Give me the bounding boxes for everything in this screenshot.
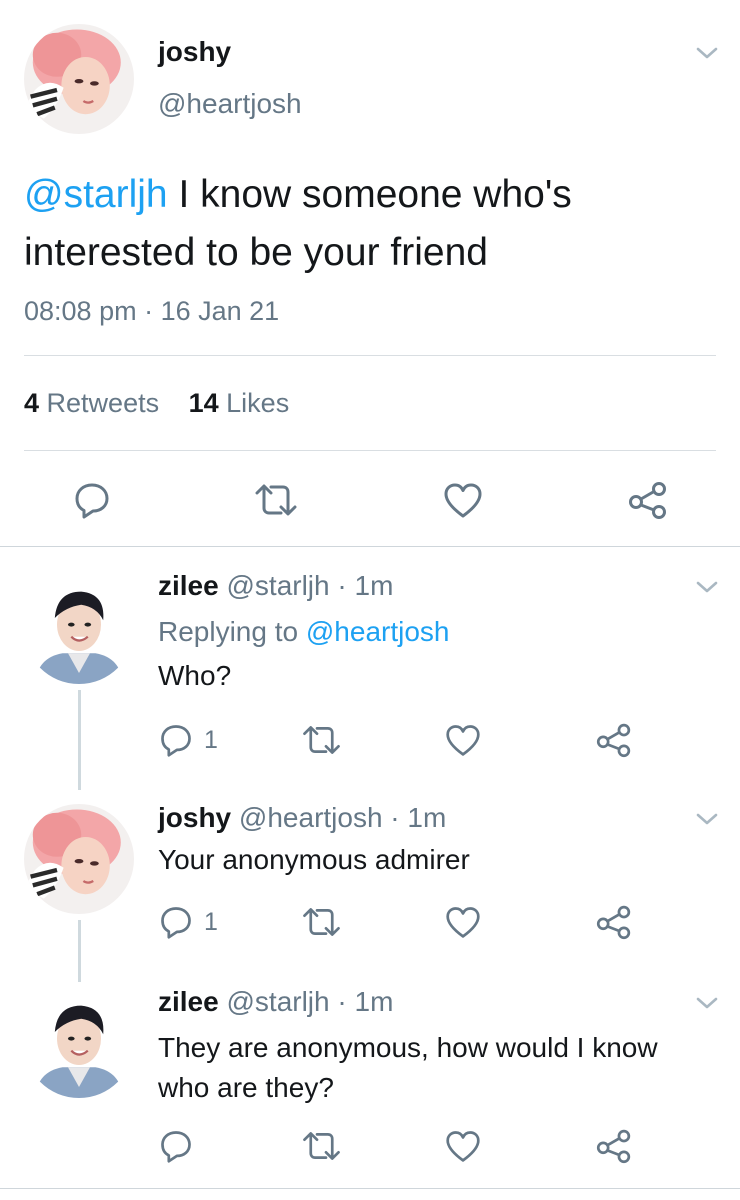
like-button[interactable] — [444, 904, 482, 940]
reply-time[interactable]: 1m — [407, 802, 446, 833]
reply-sep: · — [329, 570, 355, 601]
retweet-button[interactable] — [300, 904, 343, 940]
heart-icon — [444, 904, 482, 940]
reply-display-name[interactable]: zilee — [158, 986, 219, 1017]
tweet-text-line2: interested to be your friend — [24, 231, 488, 274]
reply-avatar[interactable] — [24, 574, 134, 684]
replying-to: Replying to @heartjosh — [158, 616, 449, 648]
thread-line — [78, 690, 81, 790]
share-icon — [594, 1128, 634, 1164]
author-display-name[interactable]: joshy — [158, 36, 231, 68]
reply-count: 1 — [204, 908, 218, 936]
chevron-down-icon[interactable] — [696, 812, 718, 826]
reply-button[interactable] — [158, 1128, 194, 1164]
retweet-icon — [300, 722, 343, 758]
reply-handle[interactable]: @heartjosh — [239, 802, 383, 833]
chevron-down-icon[interactable] — [696, 580, 718, 594]
reply-text: Who? — [158, 660, 232, 691]
divider — [24, 450, 716, 451]
reply-text-line1: They are anonymous, how would I know — [158, 1032, 658, 1063]
reply-time[interactable]: 1m — [355, 570, 394, 601]
reply-text: They are anonymous, how would I know who… — [158, 1028, 728, 1108]
likes-count: 14 — [188, 388, 219, 418]
reply-header: zilee @starljh · 1m — [158, 570, 393, 602]
divider — [0, 546, 740, 547]
share-icon — [626, 480, 670, 520]
retweet-icon — [300, 904, 343, 940]
tweet-timestamp[interactable]: 08:08 pm · 16 Jan 21 — [24, 296, 279, 327]
reply-handle[interactable]: @starljh — [226, 986, 329, 1017]
replying-prefix: Replying to — [158, 616, 306, 647]
likes-stat[interactable]: 14 Likes — [189, 388, 290, 418]
reply-text-line2: who are they? — [158, 1072, 334, 1103]
author-handle[interactable]: @heartjosh — [158, 88, 302, 120]
reply-display-name[interactable]: zilee — [158, 570, 219, 601]
share-button[interactable] — [626, 480, 670, 520]
reply-text: Your anonymous admirer — [158, 844, 470, 875]
retweets-count: 4 — [24, 388, 40, 418]
heart-icon — [442, 480, 484, 520]
tweet-text: @starljh I know someone who's interested… — [24, 166, 724, 282]
retweets-label: Retweets — [39, 388, 160, 418]
reply-button[interactable] — [158, 722, 194, 758]
retweet-button[interactable] — [300, 722, 343, 758]
reply-avatar[interactable] — [24, 988, 134, 1098]
retweet-icon — [252, 480, 300, 520]
share-button[interactable] — [594, 904, 634, 940]
share-button[interactable] — [594, 722, 634, 758]
like-button[interactable] — [444, 1128, 482, 1164]
author-avatar[interactable] — [24, 24, 134, 134]
retweet-icon — [300, 1128, 343, 1164]
reply-header: joshy @heartjosh · 1m — [158, 802, 446, 834]
share-icon — [594, 904, 634, 940]
reply-button[interactable] — [72, 480, 112, 520]
reply-button[interactable] — [158, 904, 194, 940]
heart-icon — [444, 1128, 482, 1164]
heart-icon — [444, 722, 482, 758]
retweet-button[interactable] — [252, 480, 300, 520]
share-button[interactable] — [594, 1128, 634, 1164]
divider — [24, 355, 716, 356]
reply-display-name[interactable]: joshy — [158, 802, 231, 833]
replying-handle-link[interactable]: @heartjosh — [306, 616, 450, 647]
like-button[interactable] — [444, 722, 482, 758]
chevron-down-icon[interactable] — [696, 996, 718, 1010]
divider — [0, 1188, 740, 1189]
thread-line — [78, 920, 81, 982]
chevron-down-icon[interactable] — [696, 46, 718, 60]
like-button[interactable] — [442, 480, 484, 520]
share-icon — [594, 722, 634, 758]
mention-link[interactable]: @starljh — [24, 173, 168, 216]
reply-sep: · — [382, 802, 408, 833]
reply-icon — [72, 480, 112, 520]
reply-time[interactable]: 1m — [355, 986, 394, 1017]
likes-label: Likes — [218, 388, 290, 418]
reply-sep: · — [329, 986, 355, 1017]
reply-avatar[interactable] — [24, 804, 134, 914]
reply-handle[interactable]: @starljh — [226, 570, 329, 601]
reply-header: zilee @starljh · 1m — [158, 986, 393, 1018]
retweets-stat[interactable]: 4 Retweets — [24, 388, 167, 418]
retweet-button[interactable] — [300, 1128, 343, 1164]
reply-count: 1 — [204, 726, 218, 754]
tweet-text-line1: I know someone who's — [167, 173, 572, 216]
reply-icon — [158, 722, 194, 758]
reply-icon — [158, 1128, 194, 1164]
engagement-stats: 4 Retweets 14 Likes — [24, 388, 289, 419]
reply-icon — [158, 904, 194, 940]
